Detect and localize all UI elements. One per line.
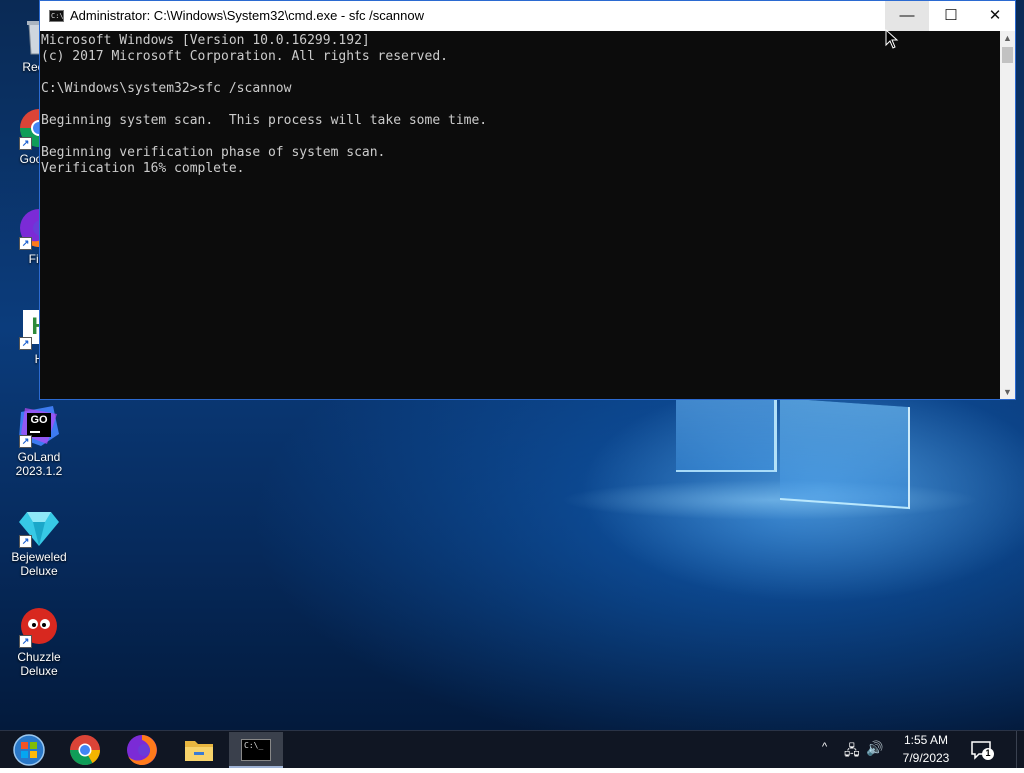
scroll-thumb[interactable] (1002, 47, 1013, 63)
folder-icon (185, 741, 213, 761)
desktop-icon-goland[interactable]: GO ↗ GoLand 2023.1.2 (0, 404, 78, 478)
window-titlebar[interactable]: C:\ Administrator: C:\Windows\System32\c… (40, 1, 1015, 31)
start-button[interactable] (4, 732, 54, 768)
show-hidden-icons-chevron-icon[interactable]: ^ (822, 741, 827, 753)
goland-logo-text: GO (30, 414, 48, 426)
wallpaper-window-pane-right (780, 398, 910, 510)
taskbar: C:\_ ^ 🖧 🔊 1:55 AM 7/9/2023 1 (0, 730, 1024, 768)
shortcut-arrow-icon: ↗ (19, 337, 32, 350)
desktop-icon-label: Chuzzle Deluxe (17, 650, 61, 678)
shortcut-arrow-icon: ↗ (19, 435, 32, 448)
desktop-icon-chuzzle[interactable]: ↗ Chuzzle Deluxe (0, 604, 78, 678)
desktop-icon-label-line1: Bejeweled (11, 550, 67, 564)
console-line: Verification 16% complete. (41, 161, 245, 176)
show-desktop-button[interactable] (1016, 731, 1024, 768)
mouse-cursor-icon (885, 29, 899, 49)
cmd-icon: C:\ (49, 10, 64, 22)
console-output[interactable]: Microsoft Windows [Version 10.0.16299.19… (40, 31, 1000, 399)
notification-count: 1 (985, 748, 991, 758)
shortcut-arrow-icon: ↗ (19, 535, 32, 548)
window-title: Administrator: C:\Windows\System32\cmd.e… (70, 8, 425, 23)
network-icon[interactable]: 🖧 (844, 740, 860, 764)
console-text: Microsoft Windows [Version 10.0.16299.19… (40, 31, 1000, 177)
chrome-icon (70, 735, 100, 766)
console-line: Beginning verification phase of system s… (41, 145, 386, 160)
windows-orb-icon (13, 734, 45, 766)
desktop-icon-label-line1: GoLand (17, 450, 61, 464)
console-line: (c) 2017 Microsoft Corporation. All righ… (41, 49, 448, 64)
console-line: Beginning system scan. This process will… (41, 113, 488, 128)
desktop-icon-label-line2: Deluxe (20, 564, 58, 578)
wallpaper-window-pane-left (676, 398, 777, 472)
clock-time[interactable]: 1:55 AM (898, 733, 954, 747)
bejeweled-icon: ↗ (17, 504, 61, 548)
scroll-down-arrow-icon[interactable]: ▼ (1000, 385, 1015, 399)
minimize-button[interactable]: — (885, 1, 929, 31)
taskbar-firefox[interactable] (117, 732, 167, 768)
shortcut-arrow-icon: ↗ (19, 237, 32, 250)
goland-icon: GO ↗ (17, 404, 61, 448)
firefox-icon (127, 735, 157, 765)
vertical-scrollbar[interactable]: ▲ ▼ (1000, 31, 1015, 399)
desktop-icon-label-line2: 2023.1.2 (15, 464, 63, 478)
cmd-window[interactable]: C:\ Administrator: C:\Windows\System32\c… (39, 0, 1016, 400)
close-button[interactable]: ✕ (973, 1, 1017, 31)
maximize-button[interactable]: ☐ (929, 1, 973, 31)
cmd-icon: C:\_ (241, 739, 271, 761)
desktop: Recyc ↗ Google ↗ Fire H (0, 0, 1024, 730)
desktop-icon-bejeweled[interactable]: ↗ Bejeweled Deluxe (0, 504, 78, 578)
shortcut-arrow-icon: ↗ (19, 635, 32, 648)
action-center-button[interactable]: 1 (970, 739, 994, 761)
taskbar-command-prompt[interactable]: C:\_ (229, 732, 283, 768)
console-line: C:\Windows\system32>sfc /scannow (41, 81, 292, 96)
clock-date[interactable]: 7/9/2023 (894, 751, 958, 765)
taskbar-file-explorer[interactable] (174, 732, 224, 768)
volume-icon[interactable]: 🔊 (866, 740, 883, 757)
console-line: Microsoft Windows [Version 10.0.16299.19… (41, 33, 370, 48)
taskbar-chrome[interactable] (60, 732, 110, 768)
wallpaper-light-beam (560, 480, 980, 520)
scroll-up-arrow-icon[interactable]: ▲ (1000, 31, 1015, 45)
chuzzle-icon: ↗ (17, 604, 61, 648)
shortcut-arrow-icon: ↗ (19, 137, 32, 150)
